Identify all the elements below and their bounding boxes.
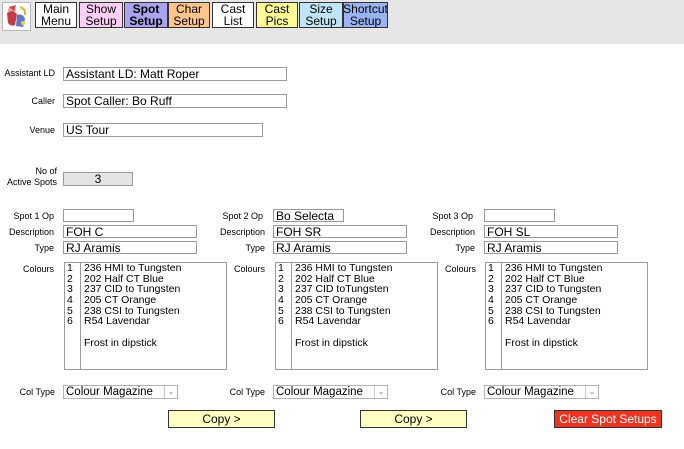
spot-1-type-label: Type: [34, 243, 54, 253]
copy-spot-1-button[interactable]: Copy >: [168, 410, 275, 428]
tab-cast-list[interactable]: Cast List: [212, 2, 254, 28]
active-spots-label-line: Active Spots: [6, 177, 57, 187]
caller-field[interactable]: Spot Caller: Bo Ruff: [63, 94, 287, 108]
assistant-ld-label: Assistant LD: [4, 68, 55, 78]
spot-1-col-type-select[interactable]: Colour Magazine ⌄: [63, 385, 178, 399]
tab-shortcut-setup[interactable]: Shortcut Setup: [343, 2, 388, 28]
spot-1-col-type-label: Col Type: [19, 387, 55, 397]
spot-1-description-field[interactable]: FOH C: [63, 225, 197, 238]
spot-3-colours-box[interactable]: 123456 236 HMI to Tungsten 202 Half CT Bl…: [485, 262, 648, 370]
active-spots-label-line: No of: [35, 166, 57, 176]
tab-cast-pics[interactable]: Cast Pics: [256, 2, 298, 28]
spot-1-col-type-value: Colour Magazine: [66, 386, 153, 398]
caller-label: Caller: [31, 96, 55, 106]
spot-3-col-type-value: Colour Magazine: [487, 386, 574, 398]
spot-1-type-field[interactable]: RJ Aramis: [63, 241, 197, 254]
spot-3-colour-numbers: 123456: [486, 263, 502, 369]
chevron-down-icon: ⌄: [585, 386, 598, 398]
active-spots-label: No of Active Spots: [7, 166, 57, 188]
spot-1-colour-list: 236 HMI to Tungsten 202 Half CT Blue 237 C…: [84, 263, 224, 349]
colour-number: 6: [67, 315, 73, 328]
spot-3-op-label: Spot 3 Op: [432, 211, 473, 221]
spot-2-type-label: Type: [245, 243, 265, 253]
tab-size-setup[interactable]: Size Setup: [299, 2, 343, 28]
colour-line: Frost in dipstick: [295, 336, 368, 349]
colour-line: R54 Lavendar: [505, 315, 571, 328]
colour-line: Frost in dipstick: [84, 336, 157, 349]
spot-3-colours-label: Colours: [444, 264, 476, 274]
tab-label: Setup: [129, 14, 163, 28]
spot-2-colours-box[interactable]: 123456 236 HMI to Tungsten 202 Half CT Bl…: [275, 262, 438, 370]
spot-2-op-field[interactable]: Bo Selecta: [273, 209, 344, 222]
spot-3-colour-list: 236 HMI to Tungsten 202 Half CT Blue 237 C…: [505, 263, 645, 349]
spot-1-description-label: Description: [8, 227, 54, 237]
tab-label: Pics: [265, 14, 289, 28]
app-logo-icon[interactable]: [2, 2, 31, 31]
spot-2-col-type-value: Colour Magazine: [276, 386, 363, 398]
tab-label: List: [223, 14, 243, 28]
active-spots-field[interactable]: 3: [63, 172, 133, 186]
spot-2-type-field[interactable]: RJ Aramis: [273, 241, 407, 254]
venue-label: Venue: [29, 125, 55, 135]
spot-3-col-type-select[interactable]: Colour Magazine ⌄: [484, 385, 599, 399]
tab-spot-setup[interactable]: Spot Setup: [124, 2, 168, 28]
spot-2-description-field[interactable]: FOH SR: [273, 225, 407, 238]
spot-2-colour-list: 236 HMI to Tungsten 202 Half CT Blue 237 C…: [295, 263, 435, 349]
spot-1-op-label: Spot 1 Op: [13, 211, 54, 221]
tab-label: Setup: [85, 14, 117, 28]
colour-number: 6: [488, 315, 494, 328]
tab-label: Setup: [305, 14, 337, 28]
copy-spot-2-button[interactable]: Copy >: [360, 410, 467, 428]
spot-1-colours-label: Colours: [22, 264, 54, 274]
assistant-ld-field[interactable]: Assistant LD: Matt Roper: [63, 67, 287, 81]
colour-number: 6: [278, 315, 284, 328]
tab-char-setup[interactable]: Char Setup: [168, 2, 210, 28]
spot-2-colour-numbers: 123456: [276, 263, 292, 369]
spot-2-colours-label: Colours: [233, 264, 265, 274]
spot-3-type-label: Type: [455, 243, 475, 253]
tab-show-setup[interactable]: Show Setup: [79, 2, 123, 28]
spot-3-description-field[interactable]: FOH SL: [484, 225, 618, 238]
spot-1-colours-box[interactable]: 123456 236 HMI to Tungsten 202 Half CT Bl…: [64, 262, 227, 370]
colour-line: R54 Lavendar: [84, 315, 150, 328]
spot-3-description-label: Description: [429, 227, 475, 237]
venue-field[interactable]: US Tour: [63, 123, 263, 137]
spot-1-op-field[interactable]: [63, 209, 134, 222]
colour-line: R54 Lavendar: [295, 315, 361, 328]
chevron-down-icon: ⌄: [164, 386, 177, 398]
spot-2-col-type-label: Col Type: [229, 387, 265, 397]
spot-3-col-type-label: Col Type: [440, 387, 476, 397]
tab-label: Setup: [173, 14, 205, 28]
tab-label: Setup: [349, 14, 382, 28]
tab-label: Menu: [40, 14, 72, 28]
spot-2-col-type-select[interactable]: Colour Magazine ⌄: [273, 385, 388, 399]
top-nav-bar: Main Menu Show Setup Spot Setup Char Setup C…: [0, 0, 684, 44]
spot-3-op-field[interactable]: [484, 209, 555, 222]
tab-main-menu[interactable]: Main Menu: [35, 2, 77, 28]
chevron-down-icon: ⌄: [374, 386, 387, 398]
spot-2-op-label: Spot 2 Op: [222, 211, 263, 221]
spot-2-description-label: Description: [219, 227, 265, 237]
spot-3-type-field[interactable]: RJ Aramis: [484, 241, 618, 254]
clear-spot-setups-button[interactable]: Clear Spot Setups: [554, 410, 662, 428]
spot-1-colour-numbers: 123456: [65, 263, 81, 369]
colour-line: Frost in dipstick: [505, 336, 578, 349]
